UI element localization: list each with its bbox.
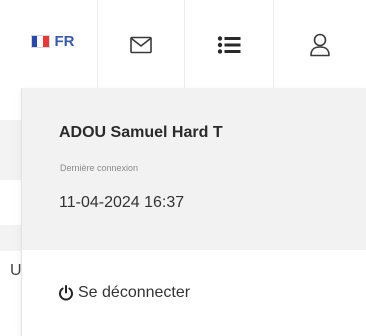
user-dropdown-panel: ADOU Samuel Hard T Dernière connexion 11… <box>21 88 366 336</box>
list-icon <box>217 35 241 55</box>
menu-list-button[interactable] <box>185 0 274 90</box>
user-name: ADOU Samuel Hard T <box>59 124 223 141</box>
background-strip <box>0 225 21 251</box>
background-strip <box>0 120 21 180</box>
language-code: FR <box>54 32 75 50</box>
profile-info-box: ADOU Samuel Hard T Dernière connexion 11… <box>22 88 366 250</box>
last-login-label: Dernière connexion <box>60 163 139 173</box>
page: U FR ADOU Samuel Hard T Dernière connexi… <box>0 0 366 336</box>
mail-icon <box>130 36 152 54</box>
user-icon <box>309 33 331 57</box>
user-menu-button[interactable] <box>274 0 366 90</box>
logout-button[interactable]: Se déconnecter <box>58 284 190 302</box>
language-selector[interactable]: FR <box>0 0 98 90</box>
top-navigation-bar: FR <box>0 0 366 90</box>
french-flag-icon <box>30 34 50 48</box>
background-text: U <box>10 262 22 279</box>
messages-button[interactable] <box>98 0 185 90</box>
last-login-value: 11-04-2024 16:37 <box>59 194 185 211</box>
power-icon <box>58 285 74 301</box>
logout-label: Se déconnecter <box>78 284 191 301</box>
